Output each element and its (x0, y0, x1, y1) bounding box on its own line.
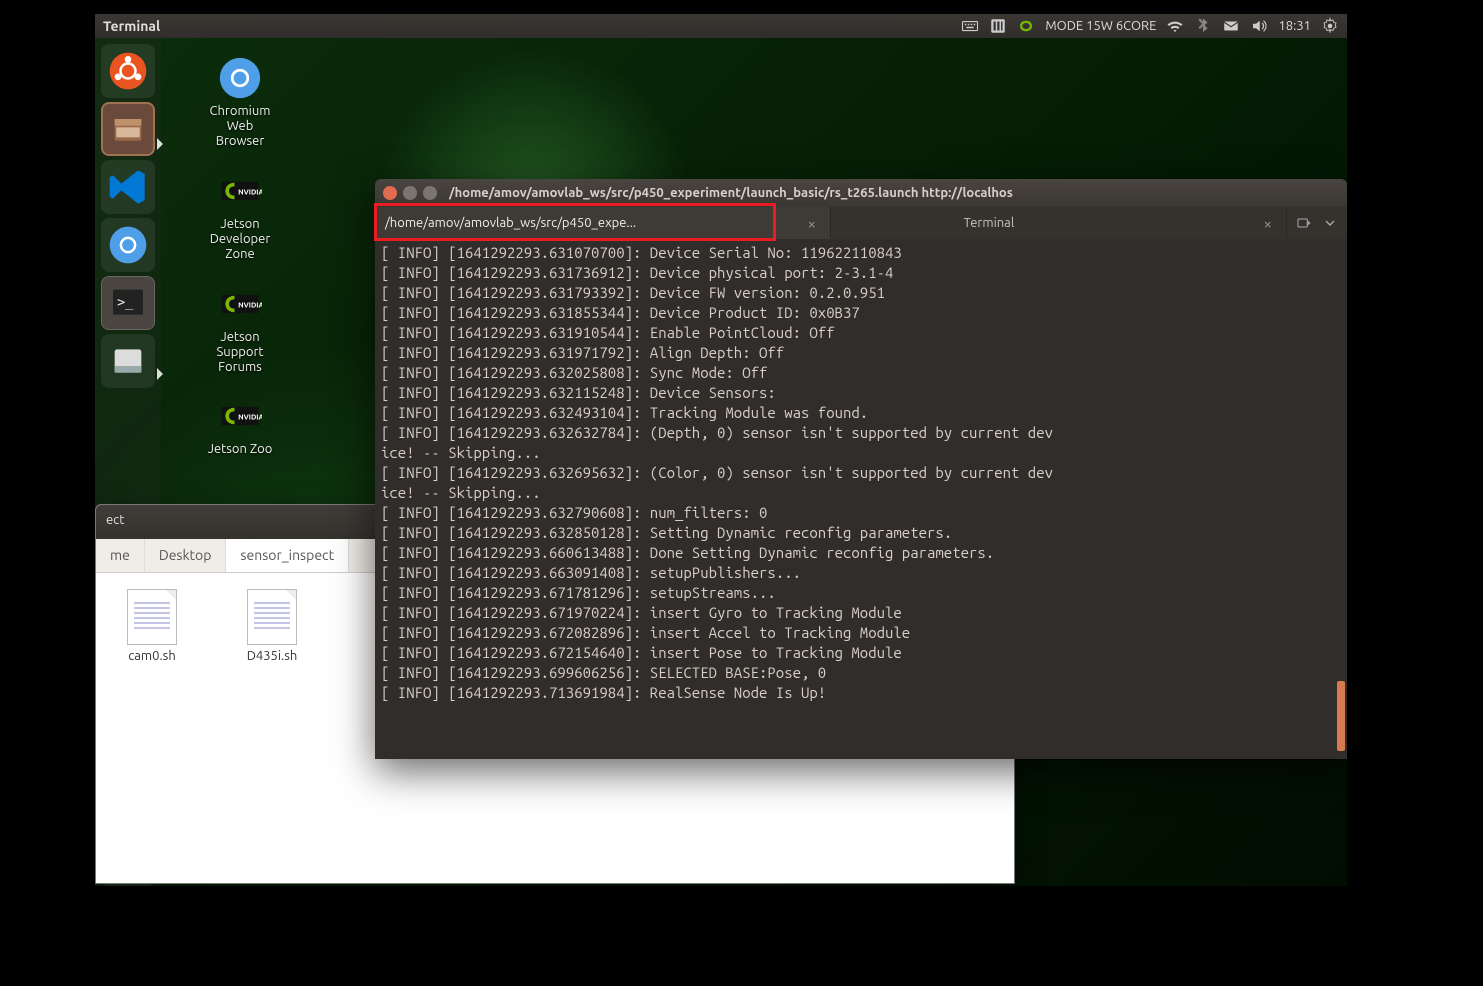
minimize-icon[interactable] (403, 186, 417, 200)
launcher-disk[interactable] (101, 334, 155, 388)
terminal-window-title: /home/amov/amovlab_ws/src/p450_experimen… (449, 186, 1013, 200)
svg-text:NVIDIA: NVIDIA (238, 301, 262, 309)
keyboard-icon[interactable] (961, 17, 979, 35)
bluetooth-icon[interactable] (1194, 17, 1212, 35)
power-mode-label[interactable]: MODE 15W 6CORE (1045, 19, 1156, 33)
file-item[interactable]: D435i.sh (232, 589, 312, 867)
file-label: cam0.sh (112, 649, 192, 663)
scrollbar-handle[interactable] (1337, 681, 1345, 751)
input-method-icon[interactable] (989, 17, 1007, 35)
svg-text:>_: >_ (117, 295, 134, 310)
terminal-window: /home/amov/amovlab_ws/src/p450_experimen… (375, 179, 1347, 759)
desktop-icons: Chromium Web Browser NVIDIA Jetson Devel… (195, 54, 285, 457)
launcher-terminal[interactable]: >_ (101, 276, 155, 330)
desktop-icon-jetson-support[interactable]: NVIDIA Jetson Support Forums (195, 280, 285, 375)
wifi-icon[interactable] (1166, 17, 1184, 35)
new-tab-icon[interactable] (1293, 212, 1315, 234)
svg-text:NVIDIA: NVIDIA (238, 188, 262, 196)
chevron-down-icon[interactable] (1319, 212, 1341, 234)
desktop-icon-label: Jetson Support Forums (216, 330, 263, 375)
file-label: D435i.sh (232, 649, 312, 663)
mail-icon[interactable] (1222, 17, 1240, 35)
top-panel: Terminal MODE 15W 6CORE 18:31 (95, 14, 1347, 38)
terminal-titlebar[interactable]: /home/amov/amovlab_ws/src/p450_experimen… (375, 179, 1347, 207)
launcher-ubuntu-dash[interactable] (101, 44, 155, 98)
desktop-icon-jetson-dev[interactable]: NVIDIA Jetson Developer Zone (195, 167, 285, 262)
desktop-icon-jetson-zoo[interactable]: NVIDIA Jetson Zoo (195, 392, 285, 457)
clock[interactable]: 18:31 (1278, 19, 1311, 33)
terminal-tab-label: Terminal (964, 216, 1015, 230)
terminal-tab[interactable]: Terminal × (831, 207, 1287, 239)
launcher-files[interactable] (101, 102, 155, 156)
terminal-tab-active[interactable]: /home/amov/amovlab_ws/src/p450_expe... × (375, 207, 831, 239)
terminal-body[interactable]: [ INFO] [1641292293.631070700]: Device S… (375, 239, 1347, 759)
breadcrumb-item[interactable]: Desktop (145, 539, 227, 572)
terminal-tab-label: /home/amov/amovlab_ws/src/p450_expe... (385, 216, 636, 230)
terminal-tabs: /home/amov/amovlab_ws/src/p450_expe... ×… (375, 207, 1347, 239)
desktop-icon-label: Jetson Developer Zone (210, 217, 271, 262)
desktop-icon-chromium[interactable]: Chromium Web Browser (195, 54, 285, 149)
desktop-icon-label: Jetson Zoo (208, 442, 273, 457)
nvidia-icon[interactable] (1017, 17, 1035, 35)
volume-icon[interactable] (1250, 17, 1268, 35)
close-icon[interactable] (383, 186, 397, 200)
launcher-chromium[interactable] (101, 218, 155, 272)
shell-script-icon (247, 589, 297, 645)
terminal-output: [ INFO] [1641292293.631070700]: Device S… (381, 243, 1341, 703)
svg-text:NVIDIA: NVIDIA (238, 414, 262, 422)
close-tab-icon[interactable]: × (804, 215, 820, 232)
system-tray: MODE 15W 6CORE 18:31 (961, 17, 1339, 35)
shell-script-icon (127, 589, 177, 645)
breadcrumb-item[interactable]: me (96, 539, 145, 572)
close-tab-icon[interactable]: × (1260, 215, 1276, 232)
file-item[interactable]: cam0.sh (112, 589, 192, 867)
launcher-vscode[interactable] (101, 160, 155, 214)
breadcrumb-item[interactable]: sensor_inspect (226, 539, 349, 572)
gear-icon[interactable] (1321, 17, 1339, 35)
maximize-icon[interactable] (423, 186, 437, 200)
desktop-icon-label: Chromium Web Browser (210, 104, 271, 149)
active-app-title: Terminal (103, 18, 160, 34)
